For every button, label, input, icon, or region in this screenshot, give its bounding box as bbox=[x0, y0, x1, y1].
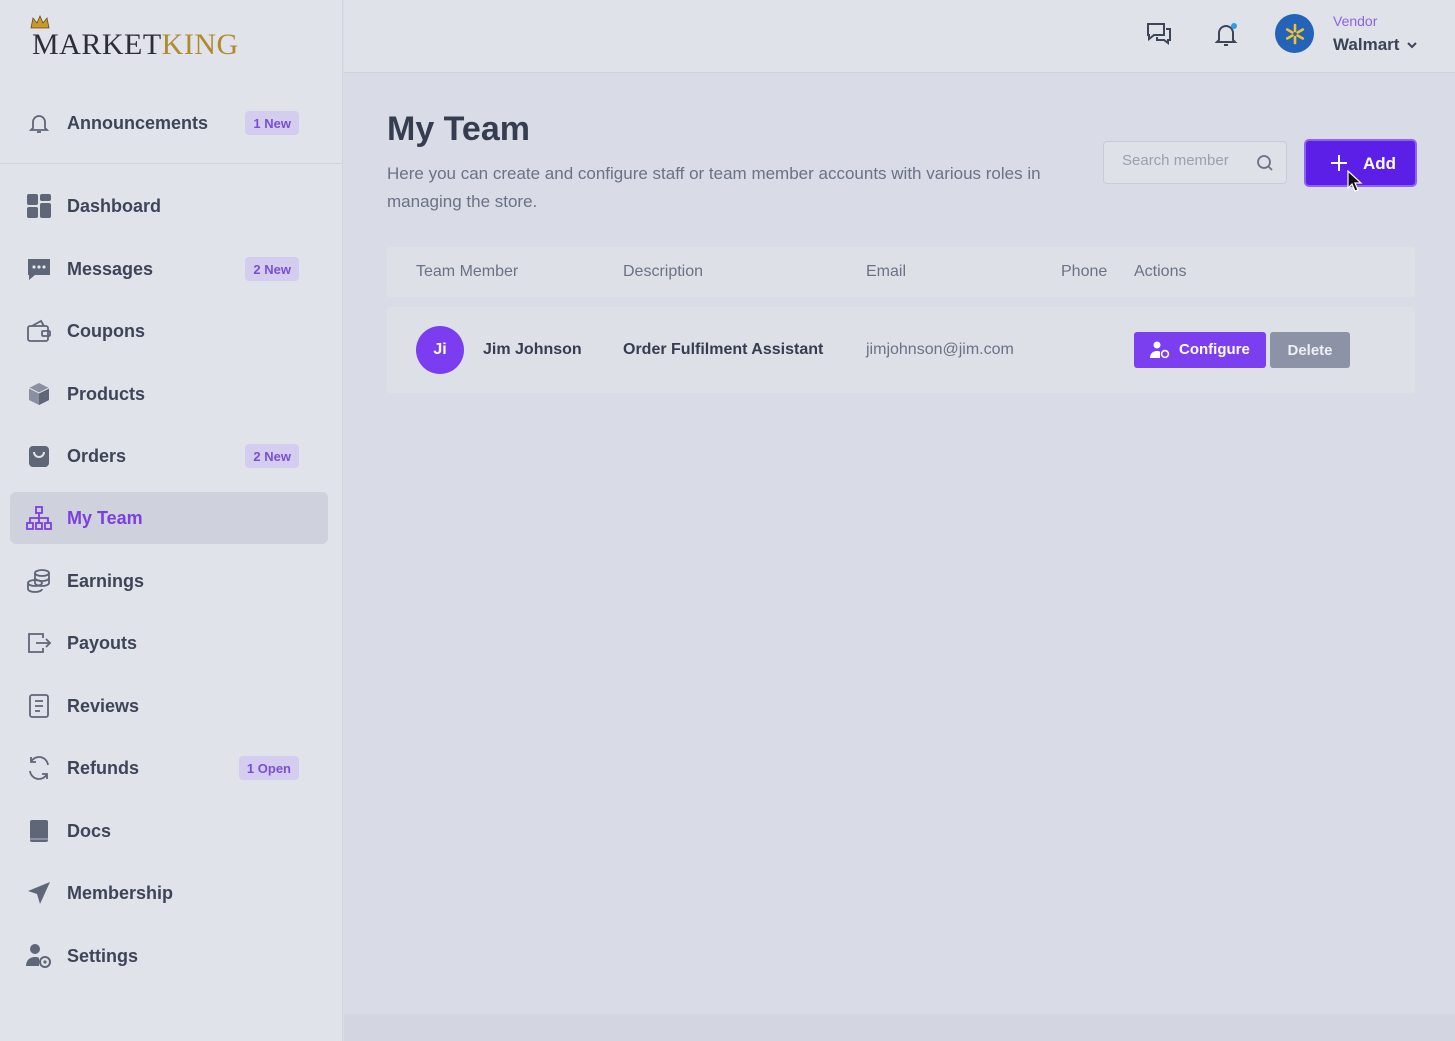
sidebar-item-earnings[interactable]: Earnings bbox=[10, 555, 328, 607]
sidebar-item-coupons[interactable]: Coupons bbox=[10, 305, 328, 357]
logo-text: MARKETKING bbox=[32, 28, 239, 61]
box-icon bbox=[25, 380, 53, 408]
sidebar-item-label: Messages bbox=[67, 258, 154, 279]
column-header-team-member: Team Member bbox=[416, 263, 519, 280]
page-description: Here you can create and configure staff … bbox=[387, 164, 1041, 211]
top-header: Vendor Walmart bbox=[344, 0, 1455, 73]
vendor-avatar[interactable] bbox=[1275, 14, 1314, 53]
sidebar-item-label: Coupons bbox=[67, 320, 145, 341]
vendor-role: Vendor bbox=[1333, 13, 1378, 29]
send-icon bbox=[25, 879, 53, 907]
vendor-name[interactable]: Walmart bbox=[1333, 35, 1399, 55]
column-header-email: Email bbox=[866, 263, 907, 280]
sidebar-item-membership[interactable]: Membership bbox=[10, 867, 328, 919]
sidebar-item-messages[interactable]: Messages 2 New bbox=[10, 243, 328, 295]
bag-icon bbox=[25, 442, 53, 470]
member-name: Jim Johnson bbox=[483, 341, 582, 358]
chat-bubbles-icon[interactable] bbox=[1145, 20, 1173, 48]
coins-icon bbox=[25, 567, 53, 595]
sidebar-item-label: Settings bbox=[67, 945, 139, 966]
configure-button[interactable]: Configure bbox=[1134, 332, 1266, 368]
export-icon bbox=[25, 629, 53, 657]
sidebar: MARKETKING Announcements 1 New Dashboard… bbox=[0, 0, 343, 1041]
announcements-badge: 1 New bbox=[245, 111, 299, 135]
sidebar-item-docs[interactable]: Docs bbox=[10, 805, 328, 857]
user-gear-icon bbox=[1150, 341, 1170, 363]
sidebar-item-label: Docs bbox=[67, 820, 112, 841]
chevron-down-icon[interactable] bbox=[1406, 38, 1418, 56]
wallet-icon bbox=[25, 317, 53, 345]
mouse-cursor-icon bbox=[1347, 169, 1363, 197]
orders-badge: 2 New bbox=[245, 444, 299, 468]
bottom-bar bbox=[344, 1014, 1455, 1041]
notification-bell-icon[interactable] bbox=[1212, 20, 1240, 48]
sidebar-item-label: Payouts bbox=[67, 632, 138, 653]
sidebar-item-announcements[interactable]: Announcements 1 New bbox=[10, 97, 328, 149]
sidebar-item-settings[interactable]: Settings bbox=[10, 930, 328, 982]
sidebar-item-label: Dashboard bbox=[67, 195, 162, 216]
search-input[interactable] bbox=[1122, 152, 1242, 169]
table-row: Ji Jim Johnson Order Fulfilment Assistan… bbox=[387, 307, 1415, 393]
sidebar-divider bbox=[0, 163, 343, 164]
member-avatar: Ji bbox=[416, 326, 464, 374]
bell-icon bbox=[25, 109, 53, 137]
table-header: Team Member Description Email Phone Acti… bbox=[387, 247, 1415, 297]
sidebar-item-dashboard[interactable]: Dashboard bbox=[10, 180, 328, 232]
search-box[interactable] bbox=[1103, 141, 1287, 184]
messages-badge: 2 New bbox=[245, 257, 299, 281]
chat-icon bbox=[25, 255, 53, 283]
sidebar-item-label: My Team bbox=[67, 507, 143, 528]
user-gear-icon bbox=[25, 942, 53, 970]
sidebar-item-refunds[interactable]: Refunds 1 Open bbox=[10, 742, 328, 794]
column-header-description: Description bbox=[623, 263, 704, 280]
refresh-icon bbox=[25, 754, 53, 782]
sidebar-item-label: Products bbox=[67, 383, 146, 404]
sidebar-item-products[interactable]: Products bbox=[10, 368, 328, 420]
sidebar-item-orders[interactable]: Orders 2 New bbox=[10, 430, 328, 482]
book-icon bbox=[25, 817, 53, 845]
delete-button[interactable]: Delete bbox=[1270, 332, 1350, 368]
search-icon[interactable] bbox=[1256, 154, 1274, 177]
org-chart-icon bbox=[25, 504, 53, 532]
grid-icon bbox=[25, 192, 53, 220]
sidebar-item-label: Earnings bbox=[67, 570, 145, 591]
column-header-actions: Actions bbox=[1134, 263, 1187, 280]
sidebar-item-reviews[interactable]: Reviews bbox=[10, 680, 328, 732]
sidebar-item-label: Orders bbox=[67, 445, 127, 466]
sidebar-item-label: Refunds bbox=[67, 757, 139, 778]
column-header-phone: Phone bbox=[1061, 263, 1108, 280]
clipboard-icon bbox=[25, 692, 53, 720]
sidebar-item-payouts[interactable]: Payouts bbox=[10, 617, 328, 669]
sidebar-item-label: Reviews bbox=[67, 695, 140, 716]
add-button-label: Add bbox=[1363, 154, 1397, 173]
walmart-spark-icon bbox=[1285, 23, 1304, 44]
sidebar-item-label: Membership bbox=[67, 882, 174, 903]
member-email: jimjohnson@jim.com bbox=[866, 341, 1014, 358]
refunds-badge: 1 Open bbox=[238, 756, 299, 780]
configure-button-label: Configure bbox=[1179, 341, 1250, 358]
plus-icon bbox=[1330, 154, 1348, 177]
member-description: Order Fulfilment Assistant bbox=[623, 341, 824, 358]
sidebar-item-label: Announcements bbox=[67, 112, 209, 133]
sidebar-item-my-team[interactable]: My Team bbox=[10, 492, 328, 544]
page-title: My Team bbox=[387, 110, 530, 148]
marketking-logo[interactable]: MARKETKING bbox=[30, 14, 290, 68]
